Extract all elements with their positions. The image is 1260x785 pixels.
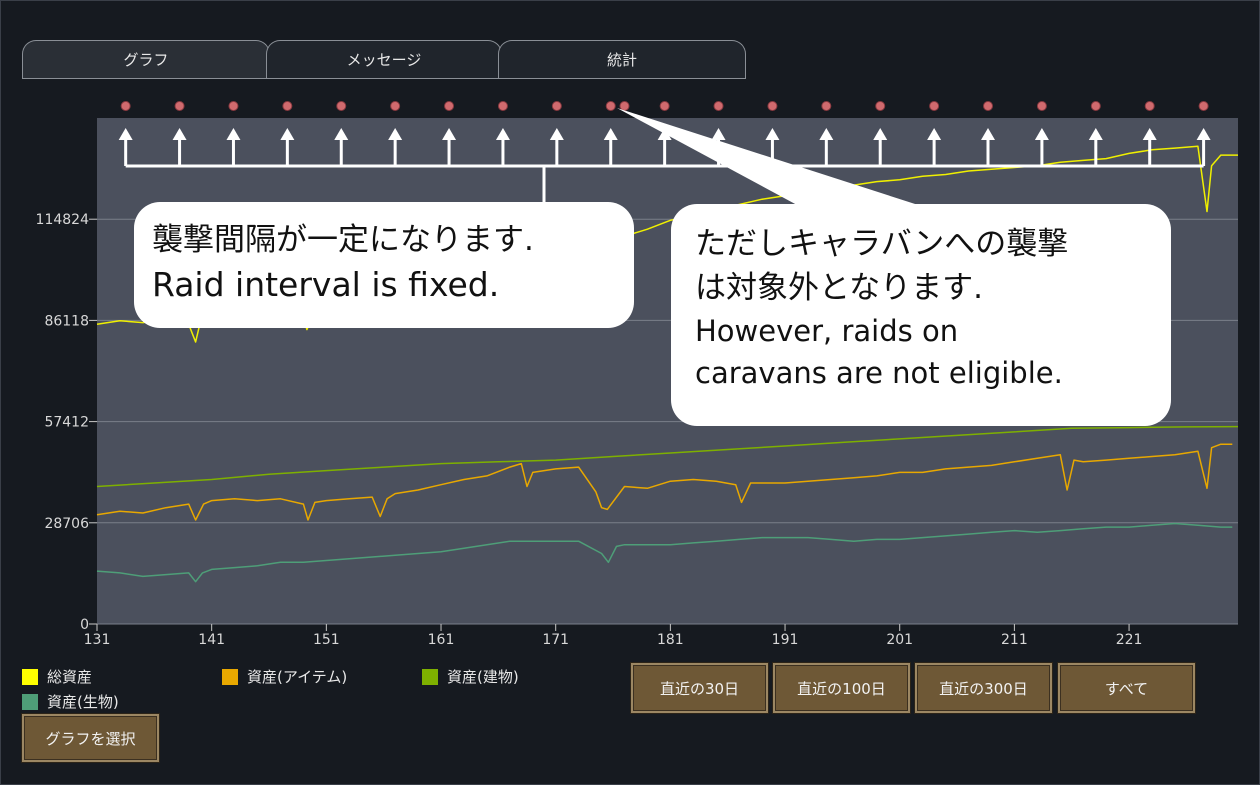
y-tick-label: 28706 [44, 516, 89, 532]
legend-swatch [22, 668, 38, 685]
raid-event-marker [713, 101, 724, 111]
raid-event-marker [336, 101, 347, 111]
raid-event-marker [821, 101, 832, 111]
legend-label: 資産(建物) [447, 668, 519, 686]
legend-item-assets: 資産(アイテム) [222, 666, 347, 687]
y-tick-label: 114824 [36, 212, 90, 228]
y-tick-label: 0 [80, 617, 89, 633]
legend-building-assets: 資産(建物) [422, 666, 519, 687]
x-tick-label: 221 [1116, 632, 1143, 648]
callout-text-en-2: caravans are not eligible. [695, 356, 1063, 390]
raid-event-marker [875, 101, 886, 111]
raid-event-marker [390, 101, 401, 111]
select-graph-button[interactable]: グラフを選択 [22, 714, 159, 762]
last-30-days-button[interactable]: 直近の30日 [631, 663, 768, 713]
raid-event-marker [497, 101, 508, 111]
raid-event-marker [1090, 101, 1101, 111]
callout-text-en: Raid interval is fixed. [152, 265, 500, 304]
x-tick-label: 141 [198, 632, 225, 648]
legend-total-assets: 総資産 [22, 666, 92, 687]
raid-event-marker [983, 101, 994, 111]
raid-event-marker [619, 101, 630, 111]
callout-text-jp-1: ただしキャラバンへの襲撃 [695, 226, 1069, 262]
raid-event-marker [282, 101, 293, 111]
raid-event-marker [228, 101, 239, 111]
x-tick-label: 201 [886, 632, 913, 648]
legend-label: 資産(生物) [47, 693, 119, 711]
raid-event-marker [444, 101, 455, 111]
raid-event-marker [1144, 101, 1155, 111]
raid-event-marker [174, 101, 185, 111]
legend-swatch [22, 693, 38, 710]
x-tick-label: 161 [428, 632, 455, 648]
raid-event-marker [659, 101, 670, 111]
y-tick-label: 86118 [44, 313, 89, 329]
callout-text-jp-2: は対象外となります. [695, 270, 983, 306]
raid-event-marker [605, 101, 616, 111]
legend-creature-assets: 資産(生物) [22, 691, 119, 712]
last-300-days-button[interactable]: 直近の300日 [915, 663, 1052, 713]
callout-text-jp: 襲撃間隔が一定になります. [152, 222, 534, 258]
raid-event-marker [1198, 101, 1209, 111]
legend-swatch [422, 668, 438, 685]
callout-text-en-1: However, raids on [695, 314, 959, 348]
x-tick-label: 211 [1001, 632, 1028, 648]
raid-event-marker [929, 101, 940, 111]
x-tick-label: 151 [313, 632, 340, 648]
y-tick-label: 57412 [44, 415, 89, 431]
x-tick-label: 191 [772, 632, 799, 648]
legend-label: 総資産 [47, 668, 93, 686]
raid-event-marker [767, 101, 778, 111]
raid-event-marker [120, 101, 131, 111]
all-days-button[interactable]: すべて [1058, 663, 1195, 713]
callout-raid-interval: 襲撃間隔が一定になります. Raid interval is fixed. [134, 202, 634, 328]
legend-swatch [222, 668, 238, 685]
raid-event-marker [1036, 101, 1047, 111]
x-tick-label: 181 [657, 632, 684, 648]
legend-label: 資産(アイテム) [247, 668, 348, 686]
callout-caravan-exception: ただしキャラバンへの襲撃 は対象外となります. However, raids o… [671, 204, 1171, 426]
x-tick-label: 131 [84, 632, 111, 648]
x-tick-label: 171 [542, 632, 569, 648]
last-100-days-button[interactable]: 直近の100日 [773, 663, 910, 713]
raid-event-marker [551, 101, 562, 111]
